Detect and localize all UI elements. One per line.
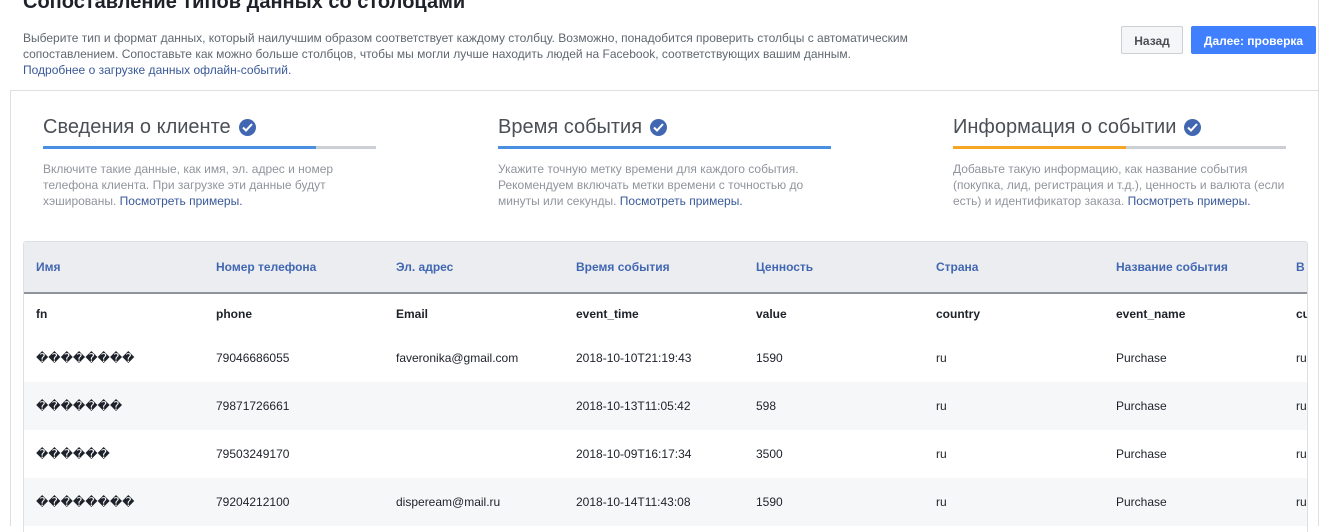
learn-more-link[interactable]: Подробнее о загрузке данных офлайн-событ… [23, 62, 291, 78]
table-cell: Purchase [1116, 495, 1167, 509]
frame-right-border [1318, 0, 1319, 526]
source-column-name: event_name [1116, 307, 1186, 321]
table-cell: ru [1296, 399, 1307, 413]
table-header-row: Имя Номер телефона Эл. адрес Время события Ц… [24, 242, 1307, 294]
source-column-name: event_time [576, 307, 639, 321]
check-circle-icon [650, 118, 668, 136]
page-title: Сопоставление типов данных со столбцами [23, 0, 466, 13]
step-progress-bar [953, 146, 1286, 149]
table-cell: faveronika@gmail.com [396, 351, 519, 365]
source-column-name: country [936, 307, 981, 321]
back-button[interactable]: Назад [1121, 26, 1183, 54]
column-type-selector[interactable]: Номер телефона [216, 242, 316, 292]
table-cell: 2018-10-14T11:43:08 [576, 495, 691, 509]
check-circle-icon [1184, 118, 1202, 136]
column-type-selector[interactable]: Имя [36, 242, 61, 292]
step-title: Время события [498, 116, 643, 138]
table-row: �������� 79046686055 faveronika@gmail.com 2… [24, 334, 1307, 382]
check-circle-icon [238, 118, 256, 136]
source-column-name: cu [1296, 307, 1307, 321]
source-column-name: fn [36, 307, 48, 321]
source-column-name: value [756, 307, 787, 321]
table-cell: �������� [36, 351, 135, 365]
step-title: Информация о событии [953, 116, 1177, 138]
source-column-row: fn phone Email event_time value country event_… [24, 294, 1307, 334]
step-customer-info: Сведения о клиенте Включите такие данные… [43, 113, 376, 209]
table-cell: ru [1296, 495, 1307, 509]
column-type-selector[interactable]: Страна [936, 242, 978, 292]
table-cell: �������� [36, 495, 135, 509]
page-description: Выберите тип и формат данных, который на… [23, 31, 908, 61]
table-cell: ru [1296, 447, 1307, 461]
step-title: Сведения о клиенте [43, 116, 231, 138]
table-cell: Purchase [1116, 351, 1167, 365]
table-cell: 79046686055 [216, 351, 290, 365]
table-cell: 3500 [756, 447, 783, 461]
source-column-name: Email [396, 307, 429, 321]
table-cell: dispeream@mail.ru [396, 495, 501, 509]
step-progress-bar [43, 146, 376, 149]
column-type-selector[interactable]: Время события [576, 242, 670, 292]
table-cell: 2018-10-10T21:19:43 [576, 351, 692, 365]
see-examples-link[interactable]: Посмотреть примеры. [1128, 194, 1251, 208]
table-cell: 1590 [756, 495, 783, 509]
table-row: �������� 79204212100 dispeream@mail.ru 2018… [24, 478, 1307, 526]
see-examples-link[interactable]: Посмотреть примеры. [620, 194, 743, 208]
table-cell: 79503249170 [216, 447, 290, 461]
table-cell: ru [936, 495, 947, 509]
table-cell: 2018-10-13T11:05:42 [576, 399, 691, 413]
step-event-time: Время события Укажите точную метку време… [498, 113, 831, 209]
mapping-header: Сопоставление типов данных со столбцами … [10, 0, 1318, 91]
see-examples-link[interactable]: Посмотреть примеры. [120, 194, 243, 208]
table-row: ������� 79871726661 2018-10-13T11:05:42 598… [24, 382, 1307, 430]
next-review-button[interactable]: Далее: проверка [1191, 26, 1316, 54]
table-cell: ������ [36, 447, 110, 461]
table-row: ������ 79503249170 2018-10-09T16:17:34 3500… [24, 430, 1307, 478]
table-cell: 598 [756, 399, 777, 413]
table-cell: ������� [36, 399, 123, 413]
table-cell: 1590 [756, 351, 783, 365]
table-cell: 79871726661 [216, 399, 290, 413]
column-type-selector[interactable]: В [1296, 242, 1305, 292]
step-progress-bar [498, 146, 831, 149]
step-event-info: Информация о событии Добавьте такую инфо… [953, 113, 1286, 209]
column-type-selector[interactable]: Название события [1116, 242, 1228, 292]
column-type-selector[interactable]: Эл. адрес [396, 242, 453, 292]
data-mapping-table: Имя Номер телефона Эл. адрес Время события Ц… [23, 241, 1308, 532]
table-cell: ru [936, 399, 947, 413]
table-cell: ru [936, 351, 947, 365]
table-cell: Purchase [1116, 447, 1167, 461]
table-cell: ru [936, 447, 947, 461]
table-cell: ru [1296, 351, 1307, 365]
table-cell: Purchase [1116, 399, 1167, 413]
column-type-selector[interactable]: Ценность [756, 242, 813, 292]
source-column-name: phone [216, 307, 252, 321]
table-cell: 2018-10-09T16:17:34 [576, 447, 692, 461]
table-cell: 79204212100 [216, 495, 290, 509]
